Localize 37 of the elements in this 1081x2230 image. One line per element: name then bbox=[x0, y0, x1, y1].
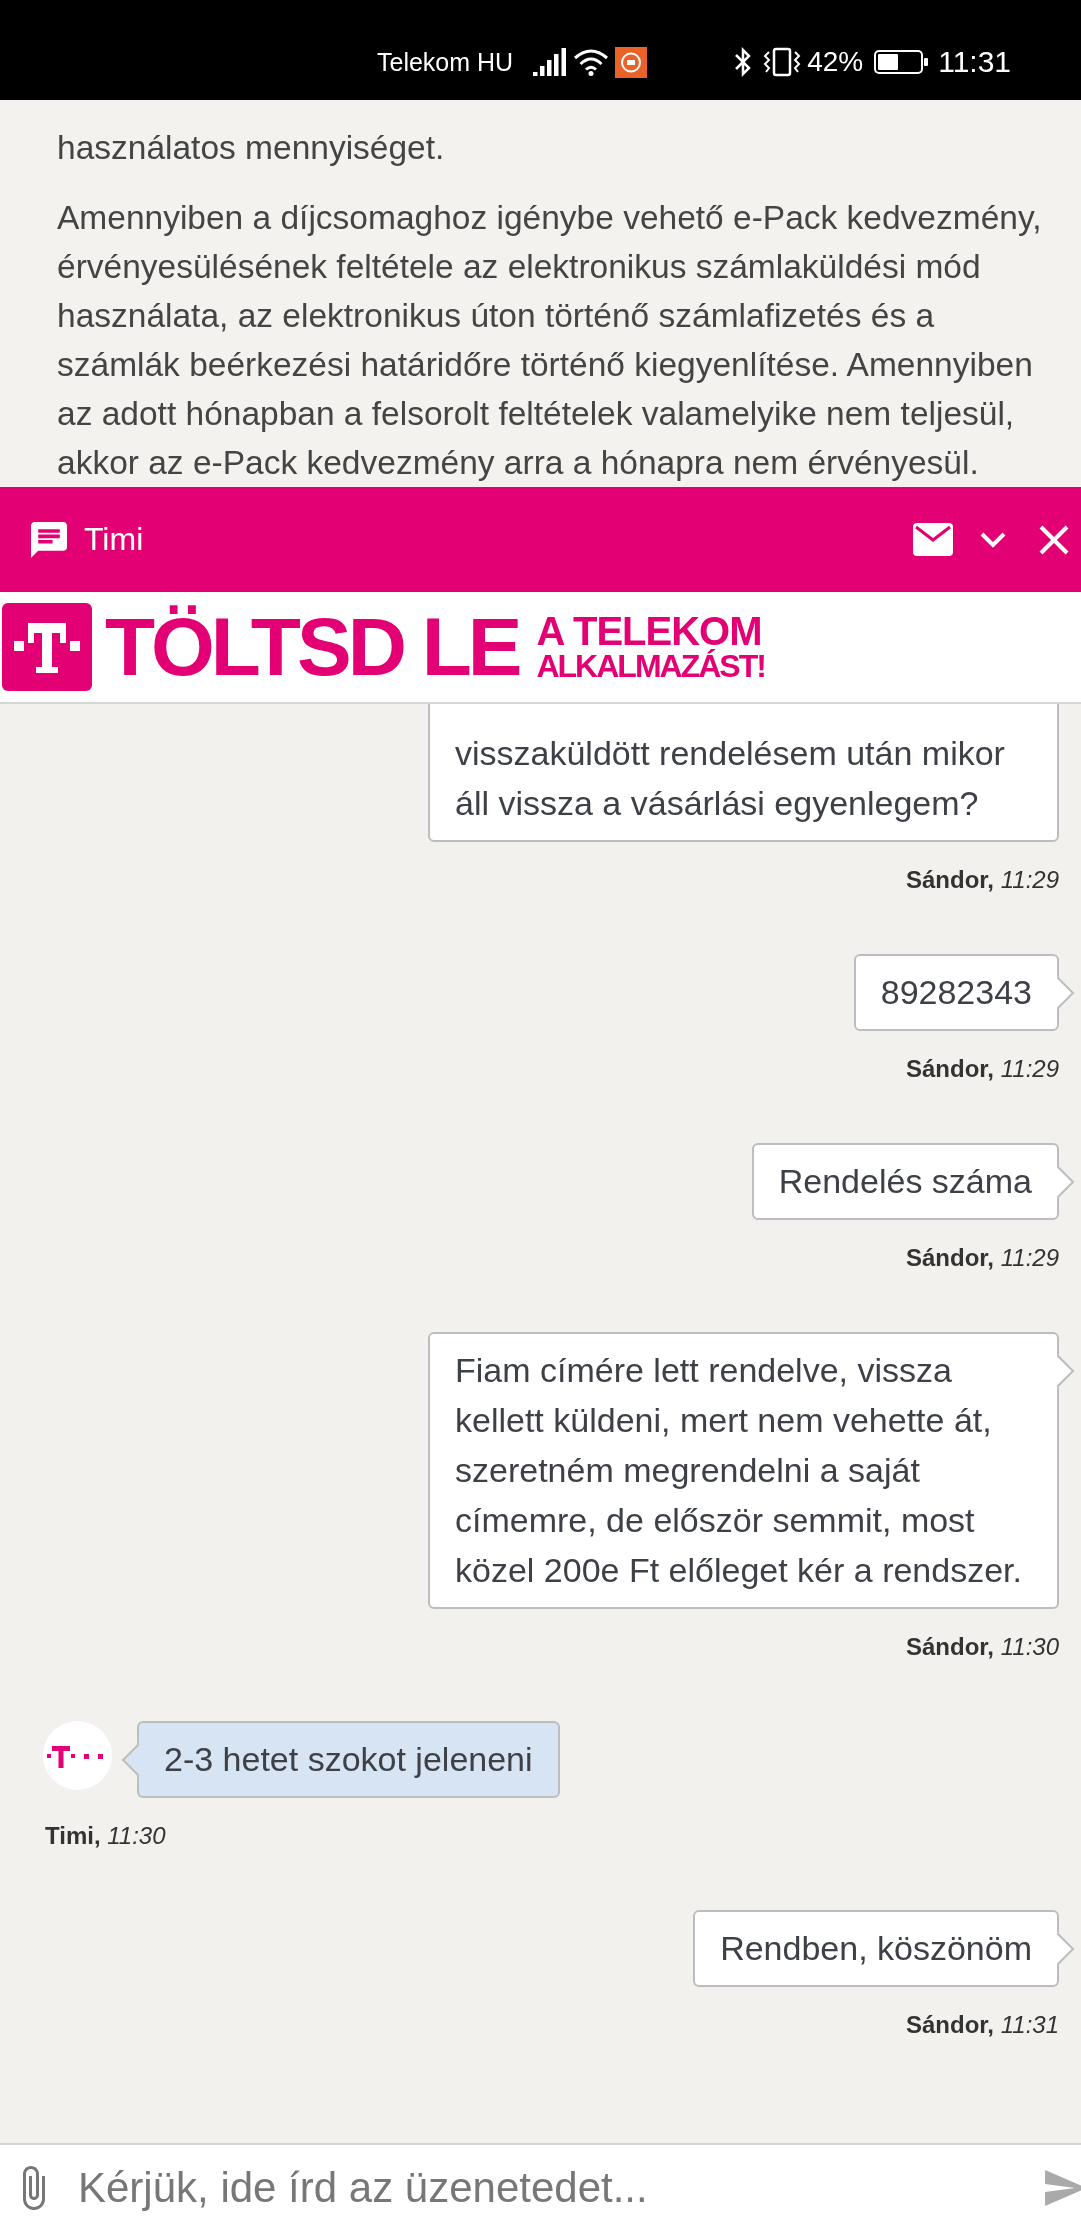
message-meta: Sándor, 11:31 bbox=[906, 2011, 1059, 2039]
signal-icon bbox=[533, 48, 567, 76]
banner-tagline: ALKALMAZÁST! bbox=[536, 650, 765, 682]
bubble-tail-icon bbox=[1057, 1932, 1075, 1966]
email-button[interactable] bbox=[913, 523, 953, 556]
carrier-name: Telekom HU bbox=[377, 47, 514, 77]
minimize-button[interactable] bbox=[980, 531, 1006, 548]
article-paragraph: Amennyiben a díjcsomaghoz igénybe vehető e-Pack kedvezmény, érvényesülésének feltétele az elektronikus számlaküldési mód használata, az elektronikus úton történő számlafizetés és a számlák beérkezési határidőre történő kiegyenlítése. Amennyiben az adott hónapban a felsorolt feltételek valamelyike nem teljesül, akkor az e-Pack kedvezmény arra a hónapra nem érvényesül. bbox=[57, 198, 1043, 483]
app-notification-icon bbox=[615, 46, 648, 78]
battery-percentage: 42% bbox=[807, 46, 864, 78]
mail-icon bbox=[913, 523, 953, 556]
message-meta: Sándor, 11:29 bbox=[906, 866, 1059, 894]
bubble-tail-icon bbox=[1057, 1165, 1075, 1199]
clock-time: 11:31 bbox=[938, 45, 1012, 79]
bubble-tail-icon bbox=[1057, 976, 1075, 1010]
article-paragraph: használatos mennyiséget. bbox=[57, 128, 446, 168]
message-bubble: visszaküldött rendelésem után mikor áll vissza a vásárlási egyenlegem? bbox=[428, 704, 1059, 842]
battery-icon bbox=[874, 50, 929, 74]
attach-button[interactable] bbox=[0, 2145, 78, 2230]
message-meta: Timi, 11:30 bbox=[45, 1822, 166, 1850]
message-input[interactable]: Kérjük, ide írd az üzenetedet... bbox=[78, 2145, 1037, 2230]
chat-title: Timi bbox=[84, 521, 144, 558]
close-button[interactable] bbox=[1039, 524, 1069, 555]
vibrate-icon bbox=[762, 47, 803, 77]
paperclip-icon bbox=[21, 2164, 47, 2211]
send-icon bbox=[1045, 2169, 1081, 2206]
chat-icon bbox=[31, 521, 67, 558]
message-meta: Sándor, 11:29 bbox=[906, 1244, 1059, 1272]
chevron-down-icon bbox=[980, 531, 1006, 548]
bubble-tail-icon bbox=[1057, 1354, 1075, 1388]
message-meta: Sándor, 11:29 bbox=[906, 1055, 1059, 1083]
wifi-icon bbox=[573, 48, 610, 76]
banner-headline: TÖLTSD LE bbox=[105, 606, 519, 688]
close-icon bbox=[1039, 524, 1069, 555]
message-meta: Sándor, 11:30 bbox=[906, 1633, 1059, 1661]
banner-tagline: A TELEKOM bbox=[536, 612, 762, 650]
logo-avatar-icon bbox=[43, 1721, 112, 1790]
